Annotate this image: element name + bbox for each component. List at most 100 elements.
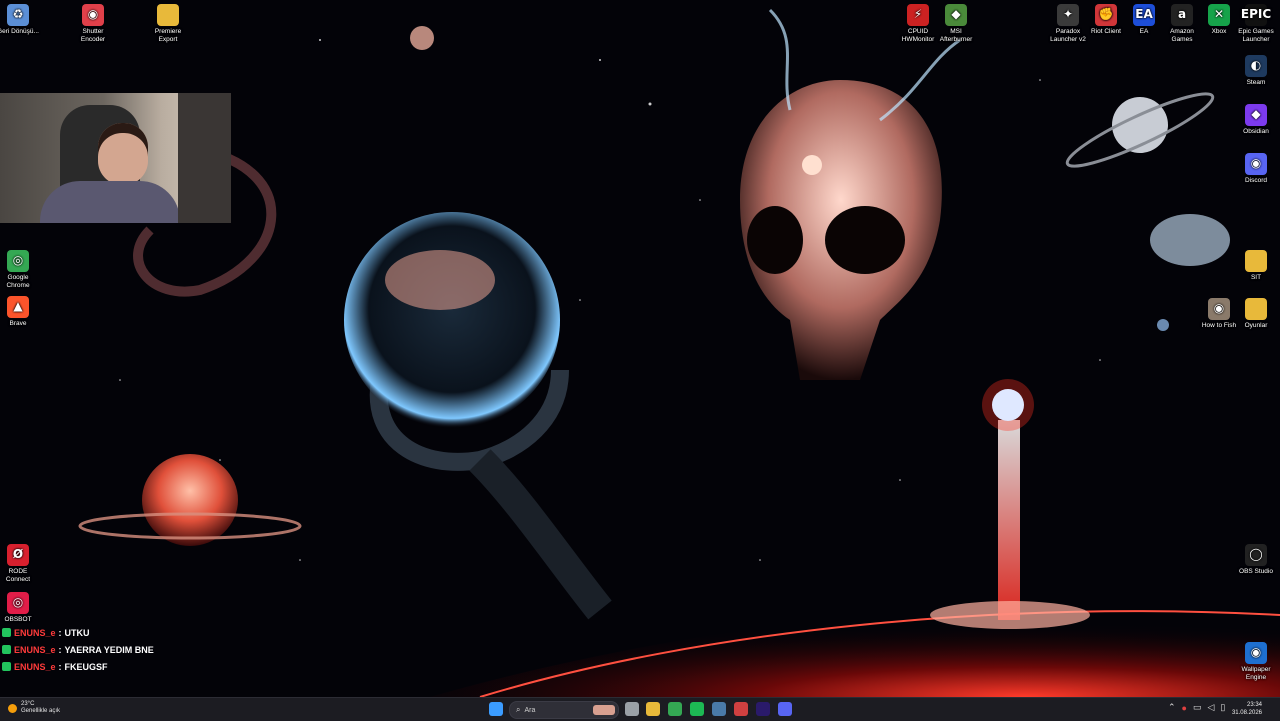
chat-message: ENUNS_e : UTKU <box>2 624 154 641</box>
riot-icon: ✊ <box>1095 4 1117 26</box>
shortcut-label: RODE Connect <box>5 568 31 583</box>
desktop-shortcut-right-14[interactable]: ◯ OBS Studio <box>1234 544 1278 576</box>
shutter-encoder-app[interactable] <box>734 702 748 716</box>
file-explorer-app[interactable] <box>646 702 660 716</box>
chrome-icon: ◎ <box>7 250 29 272</box>
chat-separator: : <box>58 661 62 672</box>
obs-studio-icon: ◯ <box>1245 544 1267 566</box>
system-tray: ⌃ ● ▭ ◁ ▯ <box>1168 702 1225 713</box>
desktop-shortcut-right-13[interactable]: Oyunlar <box>1234 298 1278 330</box>
desktop-shortcut-right-7[interactable]: EPIC Epic Games Launcher <box>1234 4 1278 43</box>
chat-separator: : <box>58 627 62 638</box>
start-button[interactable] <box>489 702 503 716</box>
chat-separator: : <box>58 644 62 655</box>
chat-text: UTKU <box>64 627 90 638</box>
chat-username: ENUNS_e <box>14 627 56 638</box>
obsbot-icon: ◎ <box>7 592 29 614</box>
shortcut-label: Discord <box>1244 177 1268 184</box>
wallpaper-engine-icon: ◉ <box>1245 642 1267 664</box>
search-highlight-icon <box>593 705 615 715</box>
chat-badge-icon <box>2 662 11 671</box>
taskbar-search[interactable]: ⌕ Ara <box>509 701 619 719</box>
shortcut-label: Geri Dönüşü... <box>0 28 39 35</box>
sun-icon <box>8 703 17 713</box>
shortcut-label: Epic Games Launcher <box>1238 28 1274 43</box>
premiere-app[interactable] <box>756 702 770 716</box>
chat-badge-icon <box>2 628 11 637</box>
shortcut-label: Steam <box>1246 79 1266 86</box>
webcam-door <box>178 93 231 223</box>
network-icon[interactable]: ▭ <box>1193 702 1202 713</box>
search-placeholder: Ara <box>524 706 536 714</box>
shortcut-label: Obsidian <box>1243 128 1269 135</box>
desktop-shortcut-right-11[interactable]: SIT <box>1234 250 1278 282</box>
desktop-shortcut-right-9[interactable]: ◆ Obsidian <box>1234 104 1278 136</box>
folder-icon <box>157 4 179 26</box>
chat-username: ENUNS_e <box>14 644 56 655</box>
weather-temperature: 23°C <box>21 701 35 707</box>
chat-text: FKEUGSF <box>64 661 108 672</box>
task-view-button[interactable] <box>625 702 639 716</box>
shortcut-label: MSI Afterburner <box>939 28 973 43</box>
weather-widget[interactable]: 23°C Genellikle açık <box>8 701 60 715</box>
discord-app[interactable] <box>778 702 792 716</box>
recycle-bin-icon: ♻ <box>7 4 29 26</box>
folder-icon <box>1245 250 1267 272</box>
chat-text: YAERRA YEDIM BNE <box>64 644 154 655</box>
rode-connect-icon: Ø <box>7 544 29 566</box>
battery-icon[interactable]: ▯ <box>1220 702 1225 713</box>
desktop-shortcut-left-4[interactable]: ▲ Brave <box>0 296 40 328</box>
shortcut-label: Shutter Encoder <box>80 28 106 43</box>
paradox-icon: ✦ <box>1057 4 1079 26</box>
amazon-games-icon: a <box>1171 4 1193 26</box>
folder-icon <box>1245 298 1267 320</box>
shutter-encoder-icon: ◉ <box>82 4 104 26</box>
clock-date: 31.08.2026 <box>1231 710 1262 716</box>
chrome-app[interactable] <box>668 702 682 716</box>
desktop-shortcut-right-8[interactable]: ◐ Steam <box>1234 55 1278 87</box>
desktop-shortcut-left-2[interactable]: Premiere Export <box>146 4 190 43</box>
ea-icon: EA <box>1133 4 1155 26</box>
shortcut-label: Brave <box>9 320 27 327</box>
weather-description: Genellikle açık <box>21 708 61 714</box>
shortcut-label: Premiere Export <box>154 28 182 43</box>
microphone-icon[interactable]: ● <box>1182 703 1187 713</box>
chat-message: ENUNS_e : FKEUGSF <box>2 658 154 675</box>
desktop-shortcut-right-1[interactable]: ◆ MSI Afterburner <box>934 4 978 43</box>
webcam-person-head <box>98 123 148 185</box>
desktop-shortcut-right-10[interactable]: ◉ Discord <box>1234 153 1278 185</box>
taskbar: 23°C Genellikle açık ⌕ Ara ⌃ ● ▭ ◁ ▯ 23:… <box>0 697 1280 721</box>
xbox-icon: ✕ <box>1208 4 1230 26</box>
webcam-overlay <box>0 93 231 223</box>
spotify-app[interactable] <box>690 702 704 716</box>
shortcut-label: OBSBOT <box>4 616 32 623</box>
afterburner-icon: ◆ <box>945 4 967 26</box>
brave-icon: ▲ <box>7 296 29 318</box>
shortcut-label: Oyunlar <box>1244 322 1268 329</box>
taskbar-clock[interactable]: 23:34 31.08.2026 <box>1226 701 1262 717</box>
chevron-up-icon[interactable]: ⌃ <box>1168 702 1176 713</box>
search-icon: ⌕ <box>516 705 521 714</box>
chat-message: ENUNS_e : YAERRA YEDIM BNE <box>2 641 154 658</box>
desktop-shortcut-left-1[interactable]: ◉ Shutter Encoder <box>71 4 115 43</box>
desktop-shortcut-right-15[interactable]: ◉ Wallpaper Engine <box>1234 642 1278 681</box>
desktop-shortcut-left-3[interactable]: ◎ Google Chrome <box>0 250 40 289</box>
desktop-shortcut-left-6[interactable]: ◎ OBSBOT <box>0 592 40 624</box>
desktop-shortcut-left-5[interactable]: Ø RODE Connect <box>0 544 40 583</box>
clock-time: 23:34 <box>1246 702 1262 708</box>
chat-badge-icon <box>2 645 11 654</box>
desktop-shortcut-left-0[interactable]: ♻ Geri Dönüşü... <box>0 4 40 36</box>
shortcut-label: SIT <box>1250 274 1262 281</box>
shortcut-label: Google Chrome <box>6 274 30 289</box>
chat-username: ENUNS_e <box>14 661 56 672</box>
epic-games-icon: EPIC <box>1241 4 1271 26</box>
obsidian-icon: ◆ <box>1245 104 1267 126</box>
shortcut-label: Wallpaper Engine <box>1241 666 1271 681</box>
steam-icon: ◐ <box>1245 55 1267 77</box>
hwmonitor-icon: ⚡ <box>907 4 929 26</box>
stream-chat-overlay: ENUNS_e : UTKU ENUNS_e : YAERRA YEDIM BNE… <box>2 624 154 675</box>
webcam-person-body <box>40 181 180 223</box>
shortcut-label: OBS Studio <box>1239 568 1273 575</box>
volume-icon[interactable]: ◁ <box>1208 702 1215 713</box>
steam-app[interactable] <box>712 702 726 716</box>
